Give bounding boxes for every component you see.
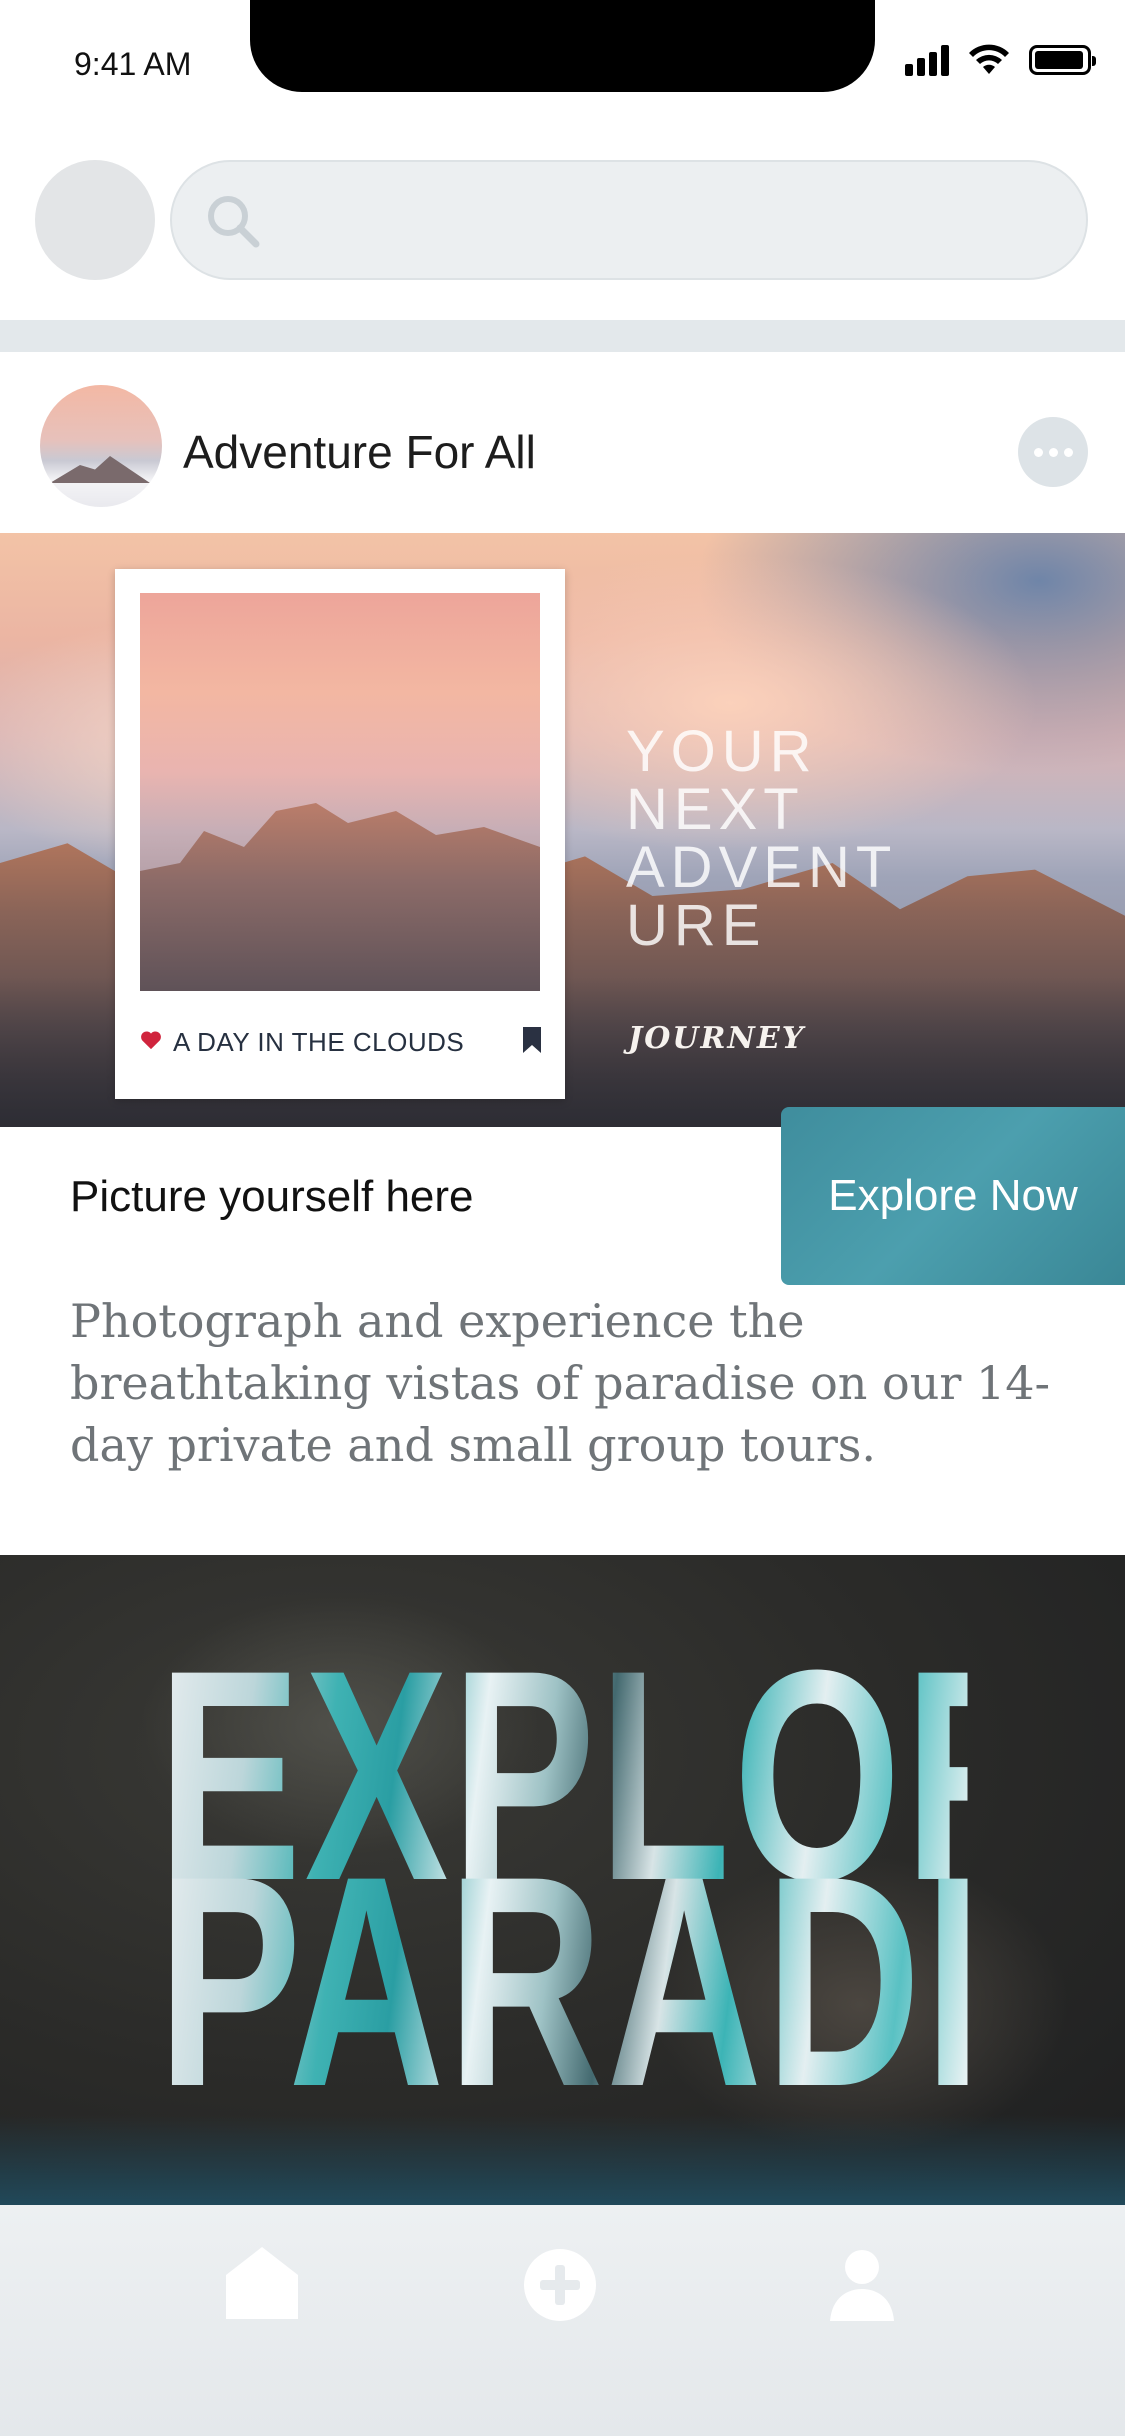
post-headline: Picture yourself here [70,1172,474,1221]
add-icon[interactable] [520,2245,600,2325]
more-dot-icon [1033,447,1043,457]
status-time: 9:41 AM [74,46,192,82]
tab-bar [0,2205,1125,2436]
status-bar: 9:41 AM [0,0,1125,100]
explore-now-button[interactable]: Explore Now [781,1107,1125,1285]
phone-screen: 9:41 AM Adventure For All YOUR NEXT ADVE… [0,0,1125,2436]
status-icons [905,40,1096,80]
more-dot-icon [1048,447,1058,457]
device-notch [250,0,875,92]
more-options-button[interactable] [1018,417,1088,487]
paradise-title-line2: PARADISE [157,1813,1125,2149]
bookmark-icon[interactable] [523,1027,541,1053]
post-body: Photograph and experience the breathtaki… [70,1294,1051,1472]
author-name[interactable]: Adventure For All [183,425,536,479]
author-avatar[interactable] [40,385,162,507]
explore-paradise-image[interactable]: EXPLORE PARADISE [0,1555,1125,2205]
hero-overlay-text: YOUR NEXT ADVENT URE [626,719,898,958]
search-input[interactable] [282,182,1046,260]
more-dot-icon [1063,447,1073,457]
user-avatar[interactable] [35,160,155,280]
feed-divider [0,320,1125,352]
cellular-signal-icon [905,44,949,76]
home-icon[interactable] [222,2245,302,2325]
profile-icon[interactable] [822,2245,902,2325]
polaroid-caption: A DAY IN THE CLOUDS [173,1027,465,1057]
polaroid-photo [140,593,540,991]
hero-script-text: JOURNEY [628,1021,806,1056]
search-icon [208,196,260,248]
search-bar[interactable] [170,160,1088,280]
wifi-icon [969,44,1009,74]
polaroid-card[interactable]: A DAY IN THE CLOUDS [115,569,565,1099]
heart-icon[interactable] [140,1029,162,1051]
battery-icon [1029,45,1096,75]
